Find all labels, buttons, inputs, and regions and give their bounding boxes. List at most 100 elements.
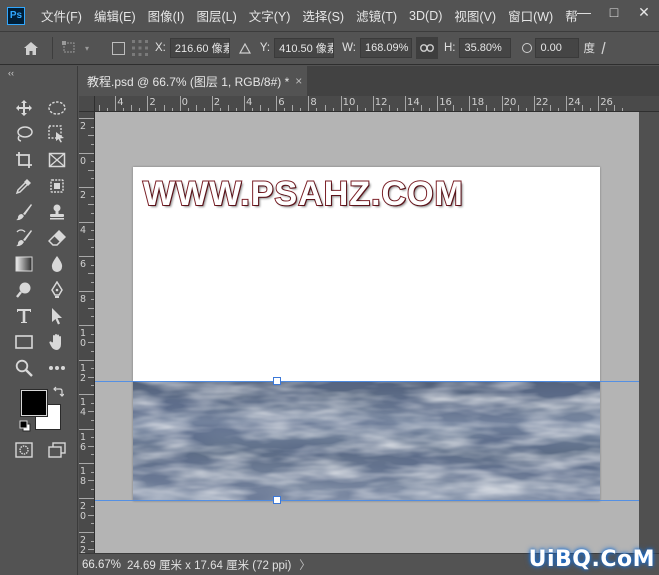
close-tab-icon[interactable]: × [295, 74, 302, 88]
guide-line-bottom[interactable] [95, 500, 639, 501]
menu-edit[interactable]: 编辑(E) [88, 6, 142, 25]
default-colors-icon[interactable] [19, 420, 31, 435]
home-icon[interactable] [16, 41, 46, 56]
ruler-minor-tick [316, 108, 318, 111]
angle-field[interactable]: 0.00 [535, 38, 580, 58]
crop-tool-icon[interactable] [13, 149, 35, 171]
marquee-tool-icon[interactable] [46, 97, 68, 119]
ruler-label: 4 [80, 224, 87, 236]
foreground-color-swatch[interactable] [20, 389, 48, 417]
reference-point-checkbox[interactable] [107, 41, 129, 55]
ruler-origin[interactable] [79, 96, 95, 112]
ruler-label: 2 0 [80, 500, 87, 522]
hand-tool-icon[interactable] [46, 331, 68, 353]
height-field[interactable]: 35.80% [459, 38, 512, 58]
frame-tool-icon[interactable] [46, 149, 68, 171]
more-tools-icon[interactable] [46, 357, 68, 379]
x-position-field[interactable]: 216.60 像素 [169, 38, 230, 58]
gradient-tool-icon[interactable] [13, 253, 35, 275]
quick-mask-icon[interactable] [13, 439, 35, 461]
ruler-minor-tick [268, 108, 270, 111]
menu-view[interactable]: 视图(V) [448, 6, 502, 25]
menu-3d[interactable]: 3D(D) [403, 9, 448, 23]
dodge-tool-icon[interactable] [13, 279, 35, 301]
rectangle-tool-icon[interactable] [13, 331, 35, 353]
link-icon[interactable] [415, 37, 438, 59]
options-bar: ▾ X: 216.60 像素 Y: 410.50 像素 W: 168.09% H… [0, 31, 659, 65]
ruler-major-tick [79, 118, 94, 119]
guide-line-top[interactable] [95, 381, 639, 382]
brush-tool-icon[interactable] [13, 201, 35, 223]
ruler-major-tick [211, 96, 213, 111]
minimize-button[interactable]: — [569, 0, 599, 24]
type-tool-icon[interactable] [13, 305, 35, 327]
ruler-major-tick [79, 497, 94, 499]
width-label: W: [342, 42, 356, 54]
ruler-minor-tick [91, 247, 94, 249]
document-tab[interactable]: 教程.psd @ 66.7% (图层 1, RGB/8#) * × [79, 66, 307, 96]
collapse-panel-icon[interactable]: ‹‹ [8, 68, 14, 78]
ruler-minor-tick [195, 105, 197, 111]
maximize-button[interactable]: □ [599, 0, 629, 24]
vertical-ruler[interactable]: 2 0 2 4 6 8 1 0 1 2 1 4 1 6 1 8 2 0 2 2 [79, 112, 95, 553]
move-tool-icon[interactable] [13, 97, 35, 119]
clone-stamp-tool-icon[interactable] [46, 201, 68, 223]
ruler-major-tick [598, 96, 600, 111]
ruler-label: 2 [213, 97, 221, 108]
y-position-field[interactable]: 410.50 像素 [274, 38, 335, 58]
canvas-area[interactable]: WWW.PSAHZ.COM [95, 112, 639, 553]
menu-window[interactable]: 窗口(W) [502, 6, 559, 25]
ruler-minor-tick [421, 105, 423, 111]
water-texture-layer[interactable] [133, 381, 600, 501]
divider [52, 37, 53, 59]
transform-handle-bottom[interactable] [273, 496, 281, 504]
lasso-tool-icon[interactable] [13, 123, 35, 145]
transform-handle-top[interactable] [273, 377, 281, 385]
reference-point-grid-icon[interactable] [129, 39, 151, 57]
close-button[interactable]: ✕ [629, 0, 659, 24]
transform-reference-icon[interactable] [59, 41, 81, 55]
ruler-minor-tick [517, 105, 519, 111]
width-field[interactable]: 168.09% [359, 38, 412, 58]
horizontal-ruler[interactable]: 64202468101214161820222426 [95, 96, 659, 112]
ruler-minor-tick [485, 105, 487, 111]
eyedropper-tool-icon[interactable] [13, 175, 35, 197]
ruler-minor-tick [227, 105, 229, 111]
pen-tool-icon[interactable] [46, 279, 68, 301]
zoom-tool-icon[interactable] [13, 357, 35, 379]
ruler-label: 1 2 [80, 362, 87, 384]
ruler-minor-tick [91, 281, 94, 283]
blur-tool-icon[interactable] [46, 253, 68, 275]
ruler-minor-tick [91, 350, 94, 352]
document-canvas[interactable]: WWW.PSAHZ.COM [133, 167, 600, 501]
screen-mode-icon[interactable] [46, 439, 68, 461]
menu-type[interactable]: 文字(Y) [243, 6, 297, 25]
healing-brush-tool-icon[interactable] [46, 175, 68, 197]
ruler-label: 8 [310, 97, 317, 108]
swap-colors-icon[interactable] [52, 386, 65, 401]
chevron-down-icon[interactable]: ▾ [81, 44, 93, 53]
ruler-label: 18 [471, 97, 485, 108]
path-selection-tool-icon[interactable] [46, 305, 68, 327]
ruler-minor-tick [292, 105, 294, 111]
ruler-minor-tick [91, 488, 94, 490]
ruler-minor-tick [91, 506, 94, 508]
status-menu-arrow-icon[interactable]: 〉 [299, 557, 311, 573]
object-selection-tool-icon[interactable] [46, 123, 68, 145]
ruler-major-tick [566, 96, 567, 111]
menu-file[interactable]: 文件(F) [35, 6, 88, 25]
ruler-label: 6 [80, 259, 87, 270]
ruler-minor-tick [252, 108, 254, 111]
zoom-level[interactable]: 66.67% [79, 559, 121, 571]
menu-filter[interactable]: 滤镜(T) [350, 6, 403, 25]
menu-layer[interactable]: 图层(L) [190, 6, 242, 25]
history-brush-tool-icon[interactable] [13, 227, 35, 249]
tools-panel: ‹‹ [0, 66, 78, 575]
ruler-minor-tick [348, 108, 350, 111]
vertical-scrollbar[interactable] [639, 112, 659, 553]
ruler-major-tick [405, 96, 406, 111]
menu-select[interactable]: 选择(S) [296, 6, 350, 25]
eraser-tool-icon[interactable] [46, 227, 68, 249]
ruler-minor-tick [88, 238, 94, 240]
menu-image[interactable]: 图像(I) [142, 6, 191, 25]
